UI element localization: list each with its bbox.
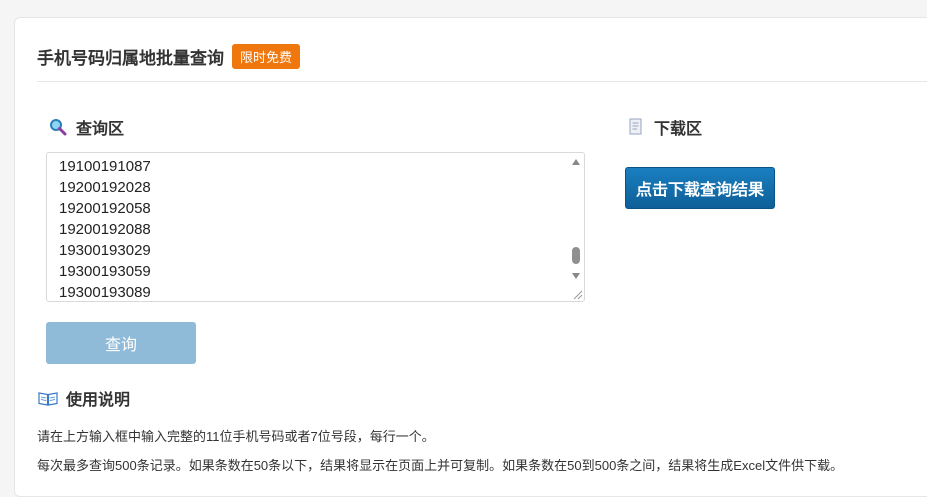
usage-instruction-1: 请在上方输入框中输入完整的11位手机号码或者7位号段，每行一个。 — [37, 429, 435, 444]
usage-section-label: 使用说明 — [66, 392, 131, 409]
phone-number-list: 19100191087 19200192028 19200192058 1920019… — [59, 156, 151, 301]
usage-section-title: 使用说明 — [38, 386, 130, 410]
usage-instruction-2: 每次最多查询500条记录。如果条数在50条以下，结果将显示在页面上并可复制。如果… — [37, 458, 844, 473]
document-icon — [626, 117, 646, 137]
query-section-title: 查询区 — [48, 115, 124, 139]
phone-number-line: 19300193059 — [59, 263, 151, 280]
main-card: 手机号码归属地批量查询 限时免费 查询区 19100191087 19200192… — [14, 17, 927, 497]
resize-grip-icon[interactable] — [571, 288, 583, 300]
download-section-label: 下载区 — [654, 121, 703, 138]
textarea-scrollbar[interactable] — [568, 153, 584, 301]
phone-number-textarea[interactable]: 19100191087 19200192028 19200192058 1920019… — [46, 152, 585, 302]
page-header: 手机号码归属地批量查询 限时免费 — [37, 44, 301, 69]
header-divider — [37, 81, 927, 82]
query-section-label: 查询区 — [76, 121, 125, 138]
search-icon — [48, 117, 68, 137]
free-badge: 限时免费 — [232, 44, 301, 69]
phone-number-line: 19300193089 — [59, 284, 151, 301]
scroll-up-arrow-icon[interactable] — [572, 159, 580, 165]
query-button[interactable]: 查询 — [46, 322, 196, 364]
phone-number-line: 19200192028 — [59, 179, 151, 196]
phone-number-line: 19300193029 — [59, 242, 151, 259]
scroll-thumb[interactable] — [572, 247, 580, 264]
page-title: 手机号码归属地批量查询 — [37, 49, 224, 68]
book-icon — [38, 388, 58, 408]
phone-number-line: 19200192088 — [59, 221, 151, 238]
phone-number-line: 19200192058 — [59, 200, 151, 217]
phone-number-line: 19100191087 — [59, 158, 151, 175]
download-results-button[interactable]: 点击下载查询结果 — [625, 167, 775, 209]
download-section-title: 下载区 — [626, 115, 702, 139]
scroll-down-arrow-icon[interactable] — [572, 273, 580, 279]
